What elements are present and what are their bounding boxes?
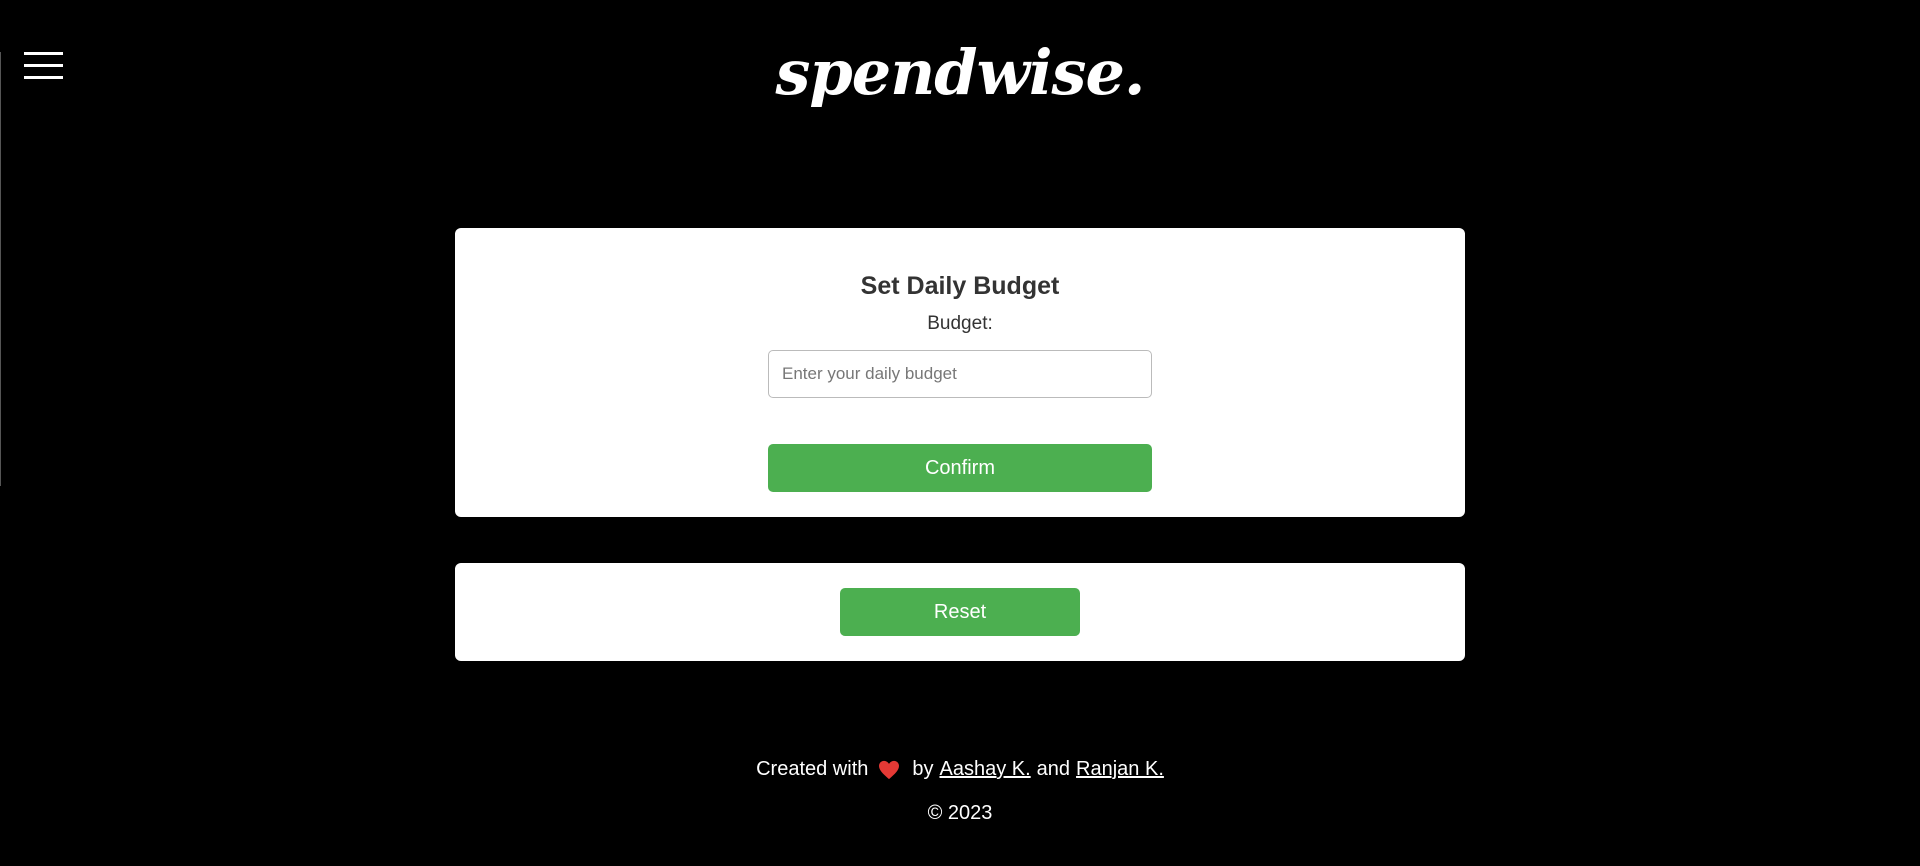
heart-icon xyxy=(878,760,902,780)
budget-input[interactable] xyxy=(768,350,1152,398)
footer-created-with: Created with xyxy=(756,758,869,780)
author-link-aashay[interactable]: Aashay K. xyxy=(940,758,1031,781)
budget-label: Budget: xyxy=(927,313,993,334)
copyright-text: © 2023 xyxy=(927,802,993,824)
app-logo: spendwise. xyxy=(775,36,1146,109)
confirm-button[interactable]: Confirm xyxy=(768,444,1152,492)
card-title: Set Daily Budget xyxy=(860,272,1060,300)
footer-credits: Created with by Aashay K. and Ranjan K. xyxy=(0,758,1920,781)
reset-card: Reset xyxy=(455,563,1465,661)
set-budget-card: Set Daily Budget Budget: Confirm xyxy=(455,228,1465,517)
author-link-ranjan[interactable]: Ranjan K. xyxy=(1076,758,1164,781)
footer-and: and xyxy=(1036,758,1071,780)
left-edge-divider xyxy=(0,52,1,486)
reset-button[interactable]: Reset xyxy=(840,588,1080,636)
footer-by: by xyxy=(912,758,934,780)
